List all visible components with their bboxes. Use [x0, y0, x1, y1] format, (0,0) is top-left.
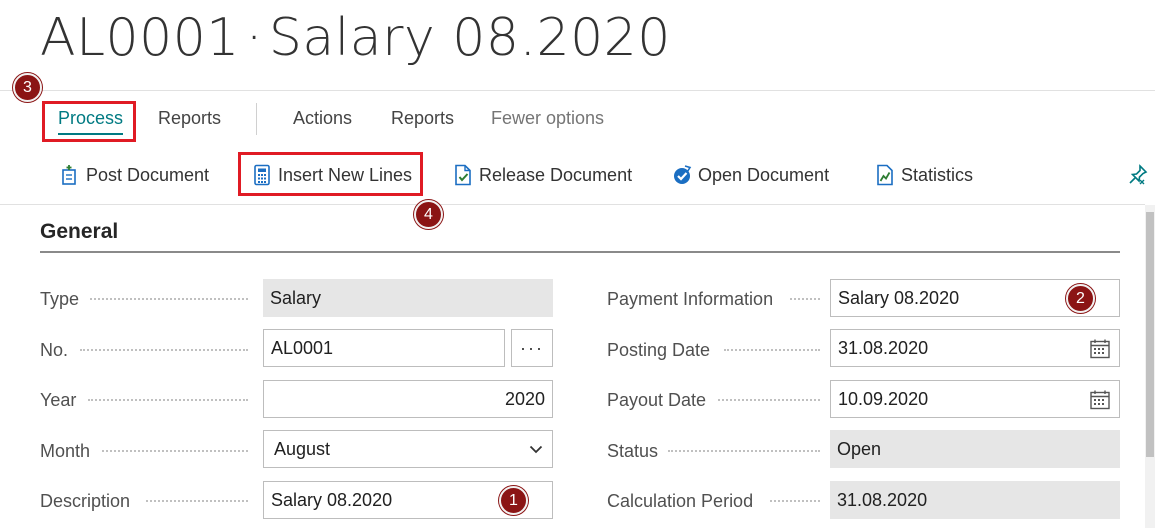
calculation-period-field: 31.08.2020	[830, 481, 1120, 519]
posting-date-label: Posting Date	[607, 339, 711, 360]
calculation-period-leader	[770, 500, 820, 502]
payout-date-label: Payout Date	[607, 389, 707, 410]
month-select[interactable]: August	[263, 430, 553, 468]
page-title-separator: ·	[245, 8, 263, 68]
menu-separator	[256, 103, 257, 135]
open-document-icon	[674, 165, 692, 184]
statistics-button[interactable]: Statistics	[875, 161, 973, 189]
statistics-icon	[877, 164, 893, 186]
post-document-button[interactable]: Post Document	[60, 161, 209, 189]
month-label: Month	[40, 440, 91, 461]
tab-fewer-options[interactable]: Fewer options	[491, 108, 604, 129]
type-label: Type	[40, 288, 80, 309]
year-leader	[88, 399, 248, 401]
type-field: Salary	[263, 279, 553, 317]
month-value: August	[274, 438, 331, 459]
statistics-label: Statistics	[901, 164, 974, 185]
pin-icon	[1129, 164, 1148, 185]
callout-badge-2: 2	[1066, 284, 1095, 313]
no-lookup-button[interactable]: ···	[511, 329, 553, 367]
year-label: Year	[40, 389, 77, 410]
callout-badge-3: 3	[13, 73, 42, 102]
callout-badge-1: 1	[499, 486, 528, 515]
calendar-icon[interactable]	[1089, 389, 1111, 411]
payout-date-field[interactable]: 10.09.2020	[830, 380, 1120, 418]
payment-information-label: Payment Information	[607, 288, 774, 309]
page-title-code: AL0001	[40, 8, 240, 68]
page-title-name: Salary 08.2020	[268, 8, 671, 68]
no-field[interactable]: AL0001	[263, 329, 505, 367]
open-document-label: Open Document	[698, 164, 830, 185]
description-label: Description	[40, 490, 131, 511]
calculation-period-label: Calculation Period	[607, 490, 754, 511]
payout-date-value: 10.09.2020	[838, 388, 929, 409]
posting-date-field[interactable]: 31.08.2020	[830, 329, 1120, 367]
tab-reports[interactable]: Reports	[158, 108, 221, 129]
section-divider	[40, 251, 1120, 253]
year-field[interactable]: 2020	[263, 380, 553, 418]
posting-date-value: 31.08.2020	[838, 337, 929, 358]
calendar-icon[interactable]	[1089, 338, 1111, 360]
no-leader	[80, 349, 248, 351]
status-label: Status	[607, 440, 659, 461]
posting-date-leader	[724, 349, 820, 351]
description-leader	[146, 500, 248, 502]
type-leader	[90, 298, 248, 300]
status-leader	[668, 450, 820, 452]
release-document-button[interactable]: Release Document	[453, 161, 632, 189]
chevron-down-icon	[529, 445, 543, 454]
payment-information-leader	[790, 298, 820, 300]
pin-action-button[interactable]	[1128, 161, 1154, 189]
release-document-label: Release Document	[479, 164, 633, 185]
action-bar-divider	[0, 204, 1145, 205]
tab-reports-secondary[interactable]: Reports	[391, 108, 454, 129]
callout-highlight-insert-new-lines	[238, 152, 423, 196]
section-title-general[interactable]: General	[40, 220, 118, 244]
title-divider	[0, 90, 1155, 91]
status-field: Open	[830, 430, 1120, 468]
release-document-icon	[455, 164, 471, 186]
callout-highlight-process	[42, 101, 136, 142]
tab-actions[interactable]: Actions	[293, 108, 352, 129]
open-document-button[interactable]: Open Document	[672, 161, 829, 189]
month-leader	[102, 450, 248, 452]
no-label: No.	[40, 339, 69, 360]
page-title: AL0001 · Salary 08.2020	[40, 8, 671, 68]
callout-badge-4: 4	[414, 200, 443, 229]
payout-date-leader	[718, 399, 820, 401]
post-document-label: Post Document	[86, 164, 210, 185]
scrollbar-thumb[interactable]	[1146, 212, 1154, 457]
post-document-icon	[62, 165, 76, 185]
